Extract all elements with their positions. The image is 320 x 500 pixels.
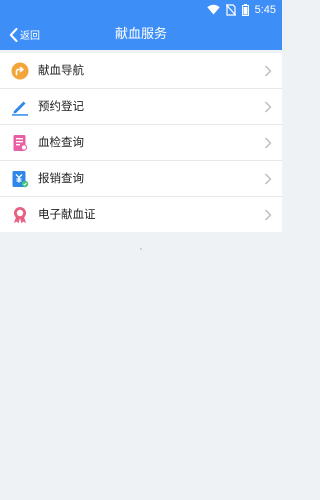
page-title: 献血服务 <box>114 27 167 42</box>
menu-item-blood-donation-navigation[interactable]: 献血导航 <box>0 53 282 89</box>
pencil-icon <box>12 101 28 116</box>
menu-item-electronic-certificate[interactable]: 电子献血证 <box>0 197 282 232</box>
chevron-right-icon <box>265 137 272 149</box>
chevron-right-icon <box>265 65 272 77</box>
menu-item-appointment-registration[interactable]: 预约登记 <box>0 89 282 125</box>
document-search-icon <box>13 135 28 151</box>
service-menu: 献血导航 预约登记 血检查询 报销查询 电子献血证 <box>0 53 282 232</box>
menu-item-label: 血检查询 <box>38 135 84 149</box>
no-sim-icon <box>225 3 236 16</box>
menu-item-label: 电子献血证 <box>38 207 96 221</box>
navigation-icon <box>11 62 29 80</box>
chevron-right-icon <box>265 173 272 185</box>
status-icons: 5:45 <box>206 2 276 17</box>
chevron-right-icon <box>265 101 272 113</box>
menu-item-label: 献血导航 <box>38 63 84 77</box>
chevron-right-icon <box>265 209 272 221</box>
battery-icon <box>241 3 249 16</box>
menu-item-label: 预约登记 <box>38 99 84 113</box>
certificate-badge-icon <box>14 207 26 224</box>
menu-item-label: 报销查询 <box>38 171 84 185</box>
reimbursement-icon <box>12 171 29 188</box>
menu-item-reimbursement-query[interactable]: 报销查询 <box>0 161 282 197</box>
menu-item-blood-test-query[interactable]: 血检查询 <box>0 125 282 161</box>
wifi-icon <box>206 4 220 15</box>
status-time: 5:45 <box>254 3 276 16</box>
loading-dot <box>140 248 142 250</box>
app-bar: 返回 献血服务 <box>0 19 282 50</box>
status-bar: 5:45 <box>0 0 282 19</box>
